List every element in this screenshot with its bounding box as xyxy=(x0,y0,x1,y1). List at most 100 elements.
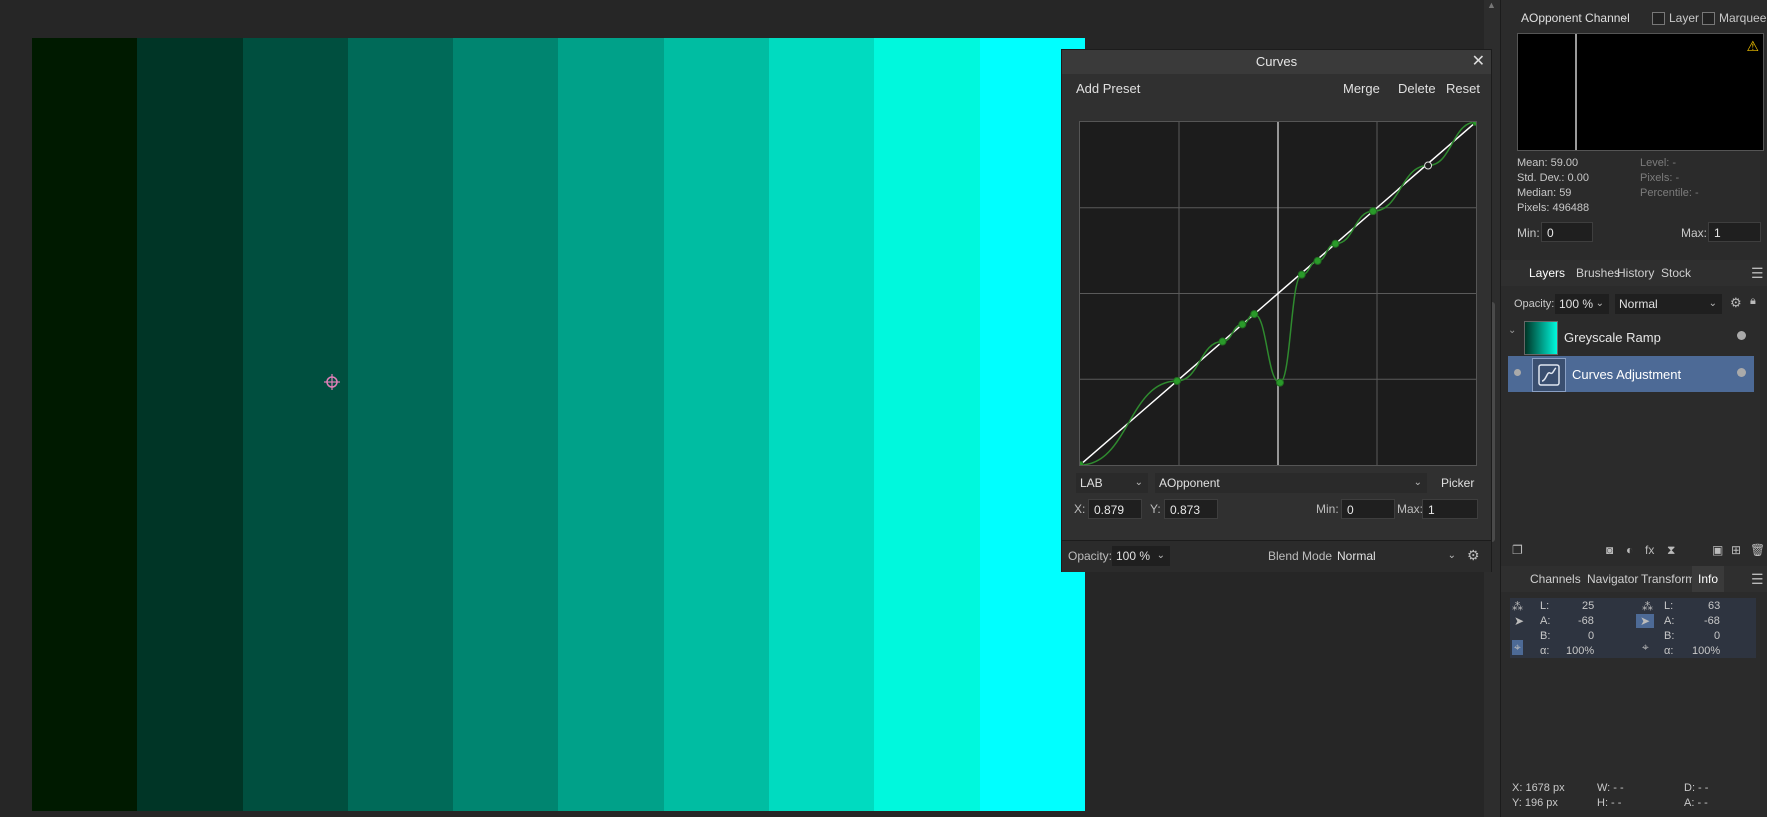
max-field[interactable]: 1 xyxy=(1422,499,1478,519)
opacity-select[interactable]: 100 % ⌄ xyxy=(1112,546,1170,566)
pointer-icon[interactable]: ➤ xyxy=(1514,614,1524,628)
merge-button[interactable]: Merge xyxy=(1343,81,1380,96)
colorspace-value: LAB xyxy=(1080,476,1103,490)
curve-node[interactable] xyxy=(1218,337,1227,346)
layer-checkbox[interactable] xyxy=(1652,12,1665,25)
curve-node[interactable] xyxy=(1250,310,1259,319)
blend-mode-value: Normal xyxy=(1337,549,1376,563)
stat-stddev: Std. Dev.: 0.00 xyxy=(1517,172,1589,184)
info-a-label: A: xyxy=(1664,615,1675,627)
adjustment-icon[interactable]: ◐ xyxy=(1626,543,1633,557)
tab-layers[interactable]: Layers xyxy=(1529,260,1565,286)
layers-opacity-select[interactable]: 100 % ⌄ xyxy=(1555,294,1609,314)
min-field[interactable]: 0 xyxy=(1341,499,1395,519)
layers-blend-select[interactable]: Normal ⌄ xyxy=(1615,294,1722,314)
curve-node[interactable] xyxy=(1369,207,1378,216)
curves-graph[interactable] xyxy=(1079,121,1477,466)
target-icon[interactable]: ⌖ xyxy=(1512,640,1523,655)
tab-brushes[interactable]: Brushes xyxy=(1576,260,1620,286)
scroll-up-icon[interactable]: ▲ xyxy=(1487,0,1496,10)
info-right-b: 0 xyxy=(1714,630,1721,642)
reset-button[interactable]: Reset xyxy=(1446,81,1480,96)
panel-menu-icon[interactable]: ☰ xyxy=(1751,265,1764,282)
curve-node[interactable] xyxy=(1275,378,1284,387)
gear-icon[interactable]: ⚙ xyxy=(1467,547,1480,564)
channel-select[interactable]: AOpponent ⌄ xyxy=(1155,473,1427,493)
curve-node[interactable] xyxy=(1173,376,1182,385)
close-icon[interactable]: ✕ xyxy=(1472,50,1485,74)
layer-row-greyscale-ramp[interactable]: ⌄ Greyscale Ramp xyxy=(1508,319,1754,355)
info-b-label: B: xyxy=(1664,630,1675,642)
chevron-down-icon: ⌄ xyxy=(1134,477,1143,488)
curve-node[interactable] xyxy=(1238,320,1247,329)
histogram-bar xyxy=(1575,34,1577,150)
hist-min-label: Min: xyxy=(1517,226,1540,240)
ramp-swatch xyxy=(347,38,454,811)
visibility-dot-icon[interactable] xyxy=(1737,368,1746,377)
histogram-channel-select[interactable]: AOpponent Channel ⌄ xyxy=(1517,8,1634,28)
tab-channels[interactable]: Channels xyxy=(1530,566,1581,592)
color-sampler-icon: ⁂ xyxy=(1512,601,1523,613)
curve-node[interactable] xyxy=(1313,256,1322,265)
ramp-swatch xyxy=(558,38,664,811)
info-alpha-label: α: xyxy=(1664,645,1674,657)
marquee-label: Marquee xyxy=(1719,11,1767,25)
info-left-a: -68 xyxy=(1578,615,1594,627)
pointer-icon[interactable]: ➤ xyxy=(1636,614,1655,628)
add-layer-icon[interactable]: ⊞ xyxy=(1731,543,1741,557)
folder-icon[interactable]: ▣ xyxy=(1712,543,1723,557)
blend-mode-select[interactable]: Normal ⌄ xyxy=(1333,546,1461,566)
tab-stock[interactable]: Stock xyxy=(1661,260,1691,286)
live-filter-icon[interactable]: ⧗ xyxy=(1667,543,1675,558)
layers-opacity-value: 100 % xyxy=(1559,297,1594,311)
fx-icon[interactable]: fx xyxy=(1645,543,1654,557)
picker-button[interactable]: Picker xyxy=(1441,476,1474,490)
info-a-label: A: xyxy=(1540,615,1551,627)
layer-row-curves-adjustment[interactable]: Curves Adjustment xyxy=(1508,356,1754,392)
blend-mode-label: Blend Mode: xyxy=(1268,549,1336,563)
hist-max-field[interactable]: 1 xyxy=(1708,222,1761,242)
info-left-b: 0 xyxy=(1588,630,1595,642)
layer-name: Curves Adjustment xyxy=(1572,367,1682,382)
curve-node[interactable] xyxy=(1297,270,1306,279)
status-y: Y: 196 px xyxy=(1512,797,1558,809)
visibility-dot-icon[interactable] xyxy=(1737,331,1746,340)
y-label: Y: xyxy=(1150,502,1161,516)
max-label: Max: xyxy=(1397,502,1424,516)
layer-label: Layer xyxy=(1669,11,1700,25)
tab-transform[interactable]: Transform xyxy=(1641,566,1695,592)
curve-node-selected[interactable] xyxy=(1424,161,1433,170)
chevron-down-icon: ⌄ xyxy=(1447,550,1456,561)
curves-title: Curves xyxy=(1062,50,1491,74)
target-icon[interactable]: ⌖ xyxy=(1642,640,1649,655)
info-l-label: L: xyxy=(1664,600,1674,612)
layer-stack-icon[interactable]: ❐ xyxy=(1512,543,1523,557)
status-d: D: - - xyxy=(1684,782,1709,794)
curve-node[interactable] xyxy=(1079,461,1084,467)
opacity-value: 100 % xyxy=(1116,549,1151,563)
y-field[interactable]: 0.873 xyxy=(1164,499,1218,519)
gear-icon[interactable]: ⚙ xyxy=(1730,295,1742,311)
layer-name: Greyscale Ramp xyxy=(1564,330,1661,345)
tab-info[interactable]: Info xyxy=(1692,566,1725,592)
delete-button[interactable]: Delete xyxy=(1398,81,1436,96)
hist-min-field[interactable]: 0 xyxy=(1541,222,1593,242)
tab-navigator[interactable]: Navigator xyxy=(1587,566,1638,592)
curve-node[interactable] xyxy=(1331,239,1340,248)
marquee-checkbox[interactable] xyxy=(1702,12,1715,25)
trash-icon[interactable]: 🗑︎ xyxy=(1750,543,1765,557)
tab-history[interactable]: History xyxy=(1617,260,1654,286)
expand-icon[interactable]: ⌄ xyxy=(1508,325,1516,336)
add-preset-button[interactable]: Add Preset xyxy=(1076,81,1140,96)
opacity-label: Opacity: xyxy=(1068,549,1113,563)
curve-node[interactable] xyxy=(1472,121,1478,126)
mask-icon[interactable]: ◙ xyxy=(1606,543,1613,557)
lock-icon[interactable]: 🔒︎ xyxy=(1750,295,1756,308)
ramp-swatch xyxy=(32,38,138,811)
status-h: H: - - xyxy=(1597,797,1622,809)
greyscale-ramp-image[interactable] xyxy=(32,38,1085,811)
info-left-l: 25 xyxy=(1582,600,1595,612)
x-field[interactable]: 0.879 xyxy=(1088,499,1142,519)
colorspace-select[interactable]: LAB ⌄ xyxy=(1076,473,1148,493)
panel-menu-icon[interactable]: ☰ xyxy=(1751,571,1764,588)
